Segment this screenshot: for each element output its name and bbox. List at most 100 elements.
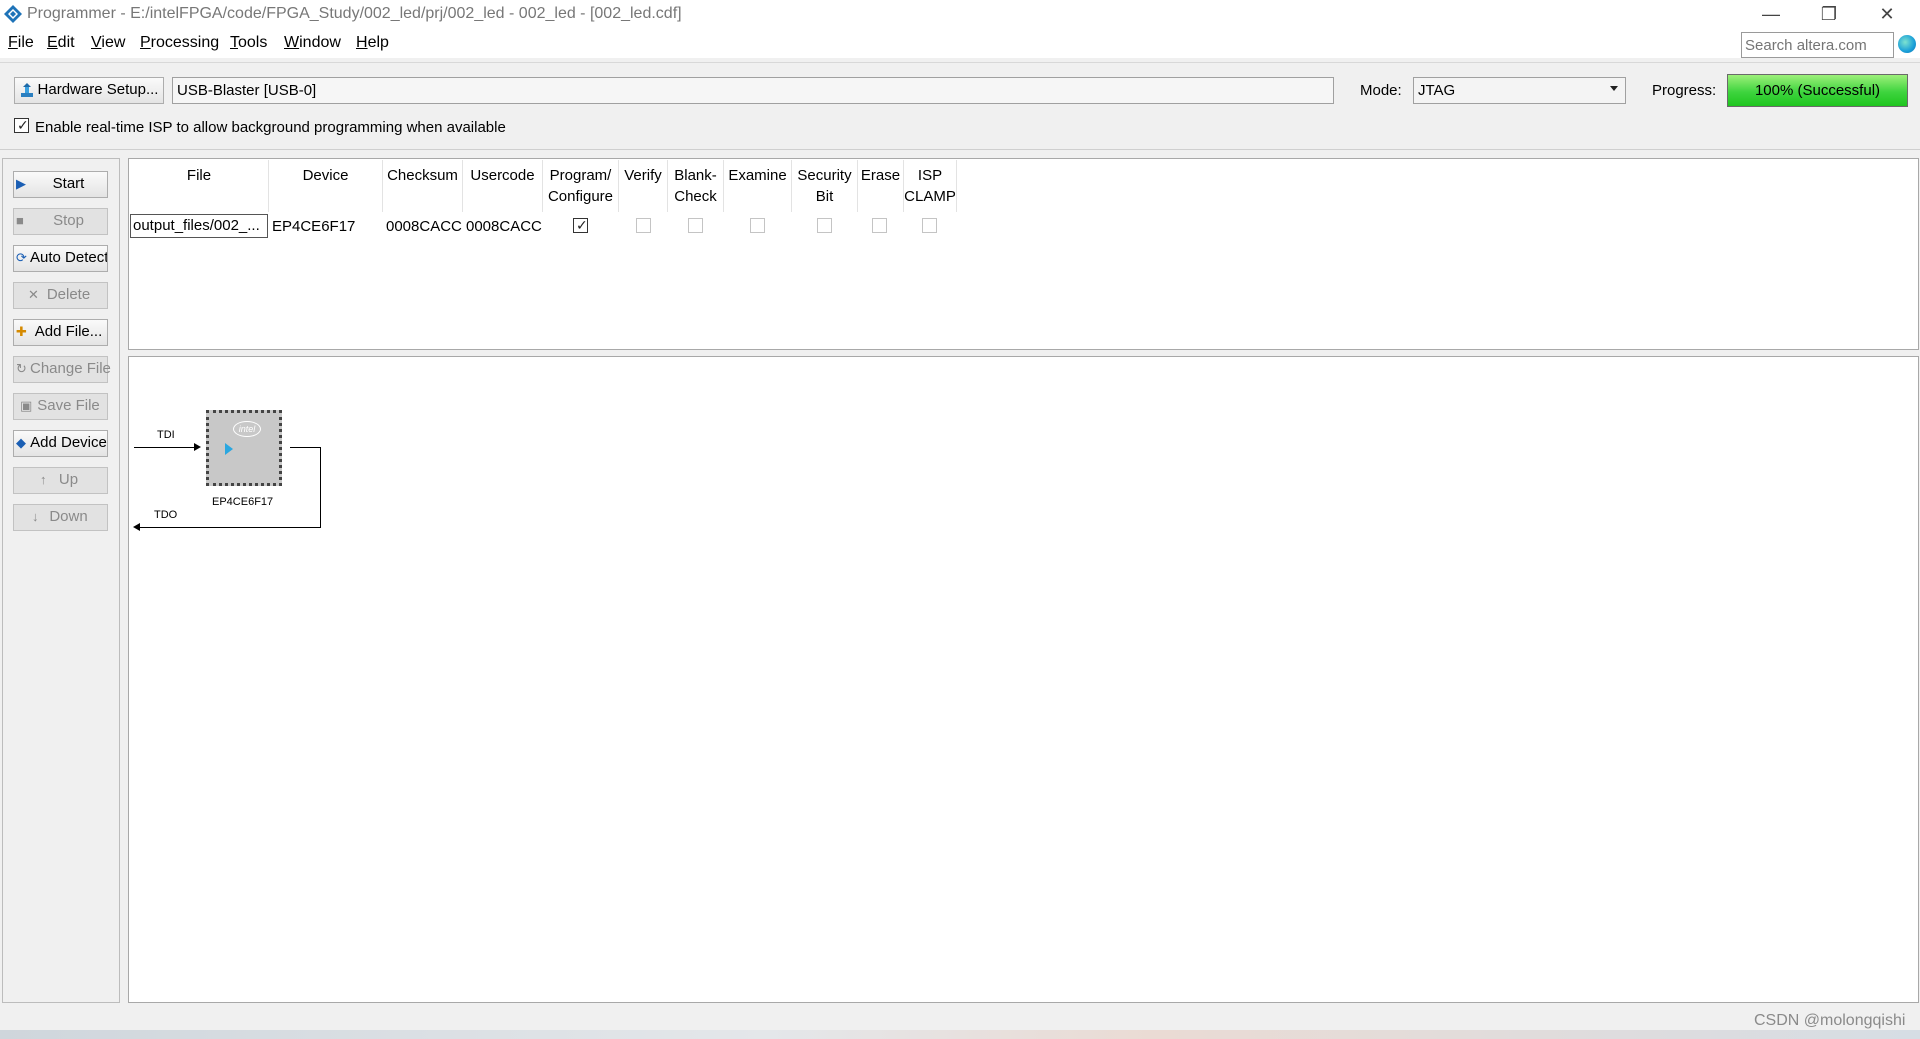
header-usercode[interactable]: Usercode [463,165,542,186]
stop-icon: ■ [16,213,24,228]
header-examine[interactable]: Examine [724,165,791,186]
save-file-icon: ▣ [20,398,33,413]
add-device-label: Add Device [30,434,107,451]
change-file-button[interactable]: ↻ Change File [13,356,111,383]
device-table [128,158,1919,350]
watermark: CSDN @molongqishi [1754,1012,1906,1029]
tdo-line-out [290,447,321,448]
delete-icon: ✕ [28,287,39,302]
window-title: Programmer - E:/intelFPGA/code/FPGA_Stud… [27,5,682,22]
start-icon: ▶ [16,176,26,191]
tdo-line-back [138,527,321,528]
change-file-icon: ↻ [16,361,27,376]
close-button[interactable]: ✕ [1858,0,1916,30]
tdo-label: TDO [154,509,178,521]
hardware-setup-button[interactable]: Hardware Setup... [14,77,164,104]
delete-button[interactable]: ✕ Delete [13,282,108,309]
jtag-chain-panel [128,356,1919,1003]
menu-window[interactable]: Window [284,34,341,52]
intel-logo-icon: intel [233,421,261,437]
chip-device-label: EP4CE6F17 [212,496,274,508]
menu-tools[interactable]: Tools [230,34,267,52]
tdi-label: TDI [157,429,175,441]
chevron-down-icon[interactable] [1610,86,1618,91]
device-chip[interactable]: intel [206,410,282,486]
quartus-app-icon [4,5,22,23]
down-button[interactable]: ↓ Down [13,504,108,531]
mode-label: Mode: [1360,82,1402,99]
column-divider[interactable] [956,160,957,212]
add-file-label: Add File... [34,323,103,340]
usercode-cell: 0008CACC [466,218,542,235]
hardware-field[interactable]: USB-Blaster [USB-0] [172,77,1334,104]
menu-edit[interactable]: Edit [47,34,75,52]
tdi-arrow-icon [194,443,201,451]
progress-text: 100% (Successful) [1754,82,1881,99]
auto-detect-button[interactable]: ⟳ Auto Detect [13,245,108,272]
minimize-button[interactable]: — [1742,0,1800,30]
header-device[interactable]: Device [269,165,382,186]
hardware-setup-icon [21,83,33,97]
add-device-icon: ◆ [16,435,26,450]
stop-button[interactable]: ■ Stop [13,208,108,235]
save-file-label: Save File [37,397,100,414]
file-cell[interactable]: output_files/002_... [130,214,268,238]
start-button[interactable]: ▶ Start [13,171,108,198]
check-icon: ✓ [576,217,588,233]
header-blank-check[interactable]: Blank- Check [668,165,723,207]
progress-label: Progress: [1652,82,1717,99]
menu-file[interactable]: File [8,34,34,52]
check-icon: ✓ [17,117,29,133]
auto-detect-icon: ⟳ [16,250,27,265]
stop-label: Stop [53,212,84,229]
taskbar-strip [0,1030,1920,1039]
add-device-button[interactable]: ◆ Add Device [13,430,108,457]
header-checksum[interactable]: Checksum [383,165,462,186]
header-security-bit[interactable]: Security Bit [792,165,857,207]
menu-processing[interactable]: Processing [140,34,219,52]
header-erase[interactable]: Erase [858,165,903,186]
up-icon: ↑ [40,472,47,487]
hardware-toolbar [0,62,1920,150]
up-label: Up [58,471,79,488]
globe-icon[interactable] [1898,35,1916,53]
auto-detect-label: Auto Detect [30,249,108,266]
tdo-arrow-icon [133,523,140,531]
blank-check-checkbox[interactable] [688,218,703,233]
tdi-line [134,447,196,448]
delete-label: Delete [46,286,91,303]
verify-checkbox[interactable] [636,218,651,233]
progress-bar: 100% (Successful) [1727,74,1908,107]
isp-clamp-checkbox[interactable] [922,218,937,233]
header-file[interactable]: File [130,165,268,186]
start-label: Start [52,175,85,192]
isp-label: Enable real-time ISP to allow background… [35,119,506,136]
hardware-setup-label: Hardware Setup... [37,81,159,98]
change-file-label: Change File [30,360,111,377]
program-configure-checkbox[interactable]: ✓ [573,217,588,233]
header-verify[interactable]: Verify [619,165,667,186]
menu-help[interactable]: Help [356,34,389,52]
mode-select[interactable]: JTAG [1413,77,1626,104]
add-file-icon: ✚ [16,324,27,339]
tdo-line-down [320,447,321,528]
down-label: Down [49,508,88,525]
isp-checkbox[interactable]: ✓ [14,117,29,133]
save-file-button[interactable]: ▣ Save File [13,393,108,420]
device-cell: EP4CE6F17 [272,218,356,235]
search-input[interactable] [1741,32,1894,58]
security-bit-checkbox[interactable] [817,218,832,233]
examine-checkbox[interactable] [750,218,765,233]
add-file-button[interactable]: ✚ Add File... [13,319,108,346]
menu-view[interactable]: View [91,34,125,52]
erase-checkbox[interactable] [872,218,887,233]
restore-button[interactable]: ❐ [1800,0,1858,30]
header-program-configure[interactable]: Program/ Configure [543,165,618,207]
checksum-cell: 0008CACC [386,218,462,235]
title-bar: Programmer - E:/intelFPGA/code/FPGA_Stud… [0,0,1920,30]
header-isp-clamp[interactable]: ISP CLAMP [904,165,956,207]
down-icon: ↓ [32,509,39,524]
up-button[interactable]: ↑ Up [13,467,108,494]
play-icon [225,443,233,455]
menu-bar: File Edit View Processing Tools Window H… [0,30,1920,58]
